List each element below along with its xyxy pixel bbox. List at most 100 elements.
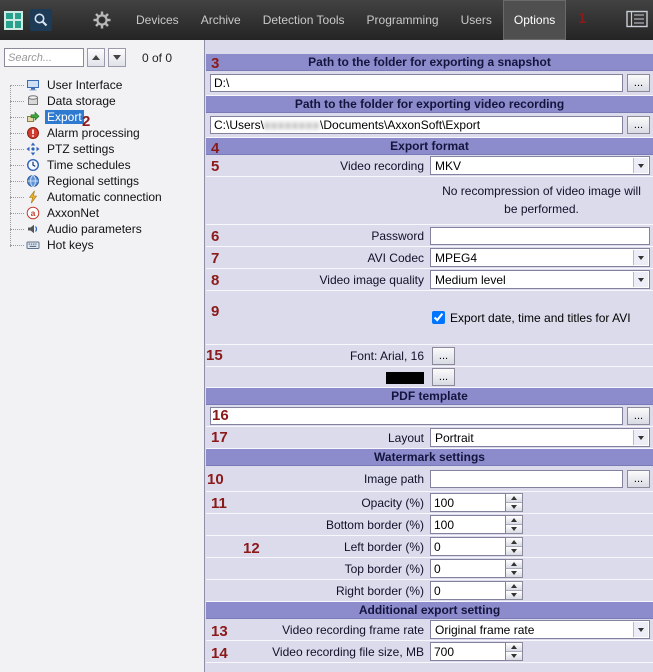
tree-item-ptz-settings[interactable]: PTZ settings <box>0 141 204 157</box>
callout-3: 3 <box>211 55 220 72</box>
chevron-up-icon <box>92 55 100 60</box>
spinner-up-button[interactable] <box>506 494 522 503</box>
spinner-down-button[interactable] <box>506 569 522 577</box>
font-row: Font: Arial, 16 ... <box>206 345 653 367</box>
dropdown-arrow-icon <box>633 272 648 287</box>
spinner-up-button[interactable] <box>506 538 522 547</box>
frame-rate-row: Video recording frame rate Original fram… <box>206 619 653 641</box>
font-browse-button[interactable]: ... <box>432 346 455 365</box>
spinner-up-button[interactable] <box>506 560 522 569</box>
pdf-template-browse-button[interactable]: ... <box>627 406 650 425</box>
spinner-down-button[interactable] <box>506 591 522 599</box>
tree-item-hot-keys[interactable]: Hot keys <box>0 237 204 253</box>
video-recording-format-dropdown[interactable]: MKV <box>430 156 650 175</box>
top-border-input[interactable] <box>430 559 506 578</box>
font-color-browse-button[interactable]: ... <box>432 368 455 386</box>
font-color-row: ... <box>206 367 653 388</box>
image-path-row: Image path ... <box>206 466 653 492</box>
frame-rate-dropdown[interactable]: Original frame rate <box>430 620 650 639</box>
video-quality-label: Video image quality <box>319 272 424 287</box>
tree-item-export[interactable]: Export <box>0 109 204 125</box>
panel-toggle-button[interactable] <box>626 10 648 31</box>
password-input[interactable] <box>430 226 650 245</box>
tree-item-time-schedules[interactable]: Time schedules <box>0 157 204 173</box>
dropdown-value: Medium level <box>435 272 506 287</box>
avi-codec-label: AVI Codec <box>367 250 424 265</box>
export-icon <box>27 111 40 122</box>
settings-gear-button[interactable] <box>88 0 115 40</box>
menu-item-programming[interactable]: Programming <box>356 0 450 40</box>
dropdown-value: Original frame rate <box>435 622 535 637</box>
right-border-label: Right border (%) <box>335 583 424 598</box>
menu-item-archive[interactable]: Archive <box>190 0 252 40</box>
menu-item-devices[interactable]: Devices <box>125 0 190 40</box>
spinner-up-button[interactable] <box>506 643 522 652</box>
snapshot-path-input[interactable] <box>210 74 623 92</box>
left-border-input[interactable] <box>430 537 506 556</box>
search-button[interactable] <box>27 0 54 40</box>
image-path-input[interactable] <box>430 469 623 488</box>
callout-2: 2 <box>82 113 91 130</box>
sidebar-search-row: 0 of 0 <box>0 40 204 71</box>
callout-1: 1 <box>578 10 587 27</box>
bottom-border-spinner <box>430 515 523 534</box>
recording-browse-button[interactable]: ... <box>627 116 650 134</box>
connection-icon <box>28 190 38 204</box>
file-size-input[interactable] <box>430 642 506 661</box>
right-border-spinner <box>430 581 523 600</box>
options-export-page: Devices Archive Detection Tools Programm… <box>0 0 653 672</box>
left-border-row: Left border (%) <box>206 536 653 558</box>
tree-item-audio-parameters[interactable]: Audio parameters <box>0 221 204 237</box>
tree-item-label: Automatic connection <box>47 190 162 204</box>
tree-item-alarm-processing[interactable]: Alarm processing <box>0 125 204 141</box>
spinner-down-button[interactable] <box>506 525 522 533</box>
tree-item-axxonnet[interactable]: a AxxonNet <box>0 205 204 221</box>
tree-item-automatic-connection[interactable]: Automatic connection <box>0 189 204 205</box>
axxonnet-icon: a <box>26 206 40 220</box>
menu-item-options[interactable]: Options <box>502 0 567 40</box>
export-titles-checkbox[interactable] <box>432 311 445 324</box>
image-path-browse-button[interactable]: ... <box>627 469 650 488</box>
search-prev-button[interactable] <box>87 48 105 67</box>
recording-path-input[interactable]: C:\Users\ xxxxxxxx \Documents\AxxonSoft\Ex… <box>210 116 623 134</box>
tree-item-regional-settings[interactable]: Regional settings <box>0 173 204 189</box>
spinner-down-button[interactable] <box>506 503 522 511</box>
spinner-up-button[interactable] <box>506 582 522 591</box>
additional-export-header: Additional export setting <box>206 602 653 619</box>
file-size-row: Video recording file size, MB <box>206 641 653 663</box>
callout-4: 4 <box>211 140 220 157</box>
tree-item-label: Time schedules <box>47 158 131 172</box>
menu-item-detection-tools[interactable]: Detection Tools <box>252 0 356 40</box>
search-input[interactable] <box>4 48 84 67</box>
opacity-input[interactable] <box>430 493 506 512</box>
layout-dropdown[interactable]: Portrait <box>430 428 650 447</box>
spinner-up-button[interactable] <box>506 516 522 525</box>
bottom-border-input[interactable] <box>430 515 506 534</box>
keyboard-icon <box>26 241 40 249</box>
layouts-button[interactable] <box>0 0 27 40</box>
pdf-template-header: PDF template <box>206 388 653 405</box>
tree-item-label: AxxonNet <box>47 206 100 220</box>
snapshot-browse-button[interactable]: ... <box>627 74 650 92</box>
speaker-icon <box>28 224 38 234</box>
search-next-button[interactable] <box>108 48 126 67</box>
video-quality-dropdown[interactable]: Medium level <box>430 270 650 289</box>
spinner-down-button[interactable] <box>506 652 522 660</box>
callout-11: 11 <box>211 495 227 512</box>
tree-item-user-interface[interactable]: User Interface <box>0 77 204 93</box>
avi-codec-dropdown[interactable]: MPEG4 <box>430 248 650 267</box>
menu-item-users[interactable]: Users <box>450 0 503 40</box>
spinner-down-button[interactable] <box>506 547 522 555</box>
export-settings-panel: Path to the folder for exporting a snaps… <box>206 40 653 672</box>
font-label: Font: Arial, 16 <box>349 348 424 363</box>
right-border-input[interactable] <box>430 581 506 600</box>
left-border-label: Left border (%) <box>343 539 424 554</box>
dropdown-value: Portrait <box>435 430 474 445</box>
alarm-icon <box>27 127 39 139</box>
opacity-row: Opacity (%) <box>206 492 653 514</box>
tree-item-label: Audio parameters <box>47 222 142 236</box>
tree-item-label: Hot keys <box>47 238 94 252</box>
top-border-label: Top border (%) <box>344 561 424 576</box>
pdf-template-input[interactable] <box>210 406 623 425</box>
tree-item-data-storage[interactable]: Data storage <box>0 93 204 109</box>
